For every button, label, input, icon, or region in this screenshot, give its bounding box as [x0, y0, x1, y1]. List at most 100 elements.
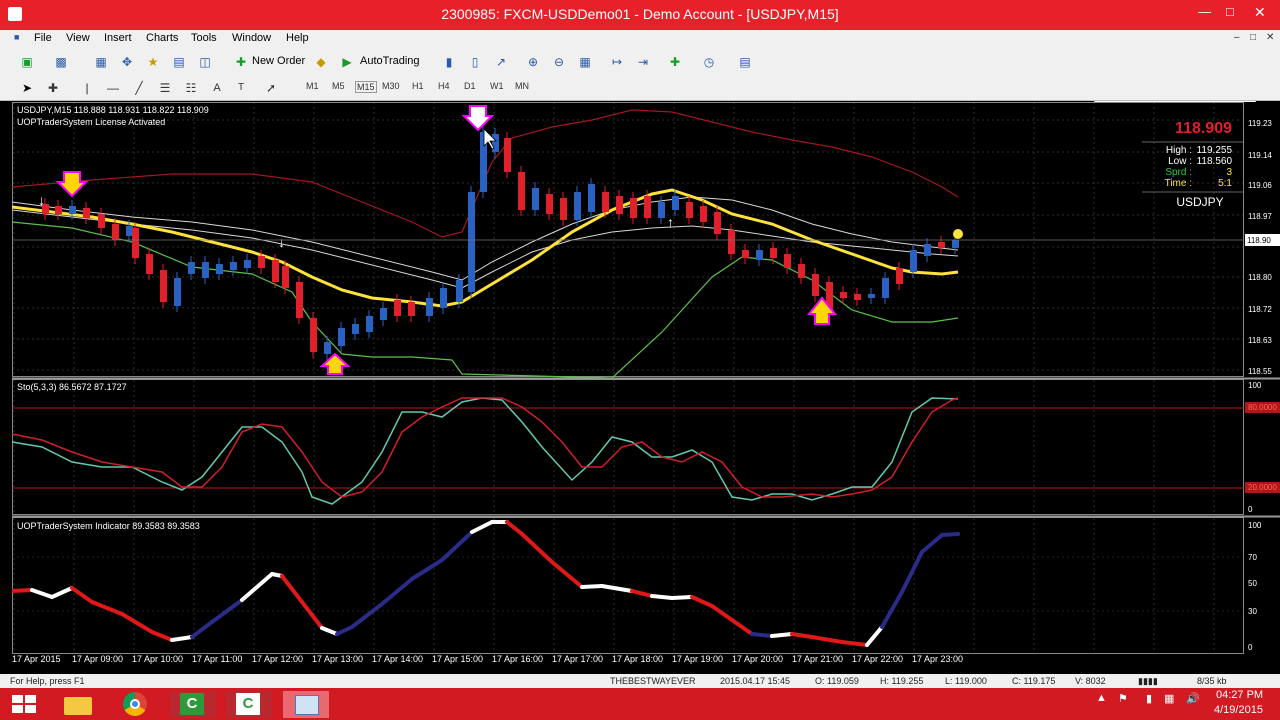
navigator-icon[interactable]: ★ [144, 53, 162, 71]
timeframe-w1[interactable]: W1 [490, 81, 504, 91]
text-label-icon[interactable]: A [208, 79, 226, 97]
indicators-icon[interactable]: ✚ [666, 53, 684, 71]
mdi-close-button[interactable]: ✕ [1266, 32, 1274, 43]
data-window-icon[interactable]: ✥ [118, 53, 136, 71]
connection-bars-icon: ▮▮▮▮ [1138, 676, 1158, 686]
menu-help[interactable]: Help [286, 32, 309, 44]
menu-insert[interactable]: Insert [104, 32, 132, 44]
market-watch-icon[interactable]: ▦ [92, 53, 110, 71]
minimize-button[interactable]: — [1198, 4, 1211, 19]
menu-window[interactable]: Window [232, 32, 271, 44]
volume-icon[interactable]: 🔊 [1186, 692, 1200, 705]
cursor-icon[interactable]: ➤ [18, 79, 36, 97]
menu-charts[interactable]: Charts [146, 32, 178, 44]
battery-icon[interactable]: ▮ [1146, 692, 1152, 705]
autotrading-button[interactable]: AutoTrading [360, 55, 420, 67]
candle-body [602, 192, 609, 212]
uop-segment [710, 604, 734, 622]
price-axis: 119.23 119.14 119.06 118.97 118.80 118.72 118.… [1248, 119, 1272, 376]
profiles-icon[interactable]: ▩ [52, 53, 70, 71]
trendline-icon[interactable]: ╱ [130, 79, 148, 97]
candle-body [840, 292, 847, 298]
terminal-icon[interactable]: ▤ [170, 53, 188, 71]
new-chart-icon[interactable]: ▣ [18, 53, 36, 71]
mdi-minimize-button[interactable]: – [1234, 32, 1240, 43]
stoch-tick: 80.0000 [1248, 403, 1277, 412]
timeframe-m5[interactable]: M5 [332, 81, 345, 91]
uop-segment [880, 590, 904, 629]
strategy-tester-icon[interactable]: ◫ [196, 53, 214, 71]
bar-chart-icon[interactable]: ▮ [440, 53, 458, 71]
uop-segment [770, 632, 794, 638]
timeframe-mn[interactable]: MN [515, 81, 529, 91]
camtasia-recorder-icon[interactable]: C [226, 691, 272, 718]
chrome-icon[interactable] [112, 691, 158, 718]
tile-windows-icon[interactable]: ▦ [576, 53, 594, 71]
close-button[interactable]: ✕ [1254, 4, 1266, 21]
candle-body [910, 250, 917, 272]
candle-body [630, 198, 637, 218]
zoom-out-icon[interactable]: ⊖ [550, 53, 568, 71]
candle-body [924, 244, 931, 256]
new-order-icon[interactable]: ✚ [232, 53, 250, 71]
windows-start-icon[interactable] [12, 695, 36, 713]
uop-segment [900, 550, 924, 594]
date-tick: 17 Apr 12:00 [252, 654, 304, 664]
crosshair-icon[interactable]: ✚ [44, 79, 62, 97]
chart-canvas[interactable]: ↓ ↓ ↑ USDJPY,M15 118.888 118.931 118.822… [10, 102, 1280, 668]
timeframe-m1[interactable]: M1 [306, 81, 319, 91]
status-help: For Help, press F1 [10, 676, 85, 686]
fibonacci-icon[interactable]: ☷ [182, 79, 200, 97]
timeframe-m15[interactable]: M15 [355, 81, 377, 93]
clock-date[interactable]: 4/19/2015 [1214, 704, 1263, 716]
uop-axis: 100 70 50 30 0 [1248, 521, 1262, 652]
camtasia-icon[interactable]: C [170, 691, 216, 718]
zoom-in-icon[interactable]: ⊕ [524, 53, 542, 71]
channel-icon[interactable]: ☰ [156, 79, 174, 97]
show-hidden-icons[interactable]: ▲ [1096, 692, 1107, 704]
horizontal-line-icon[interactable]: — [104, 79, 122, 97]
candle-body [216, 264, 223, 274]
text-tool-icon[interactable]: T [232, 79, 250, 97]
stoch-tick: 0 [1248, 505, 1253, 514]
mdi-restore-button[interactable]: □ [1250, 32, 1256, 43]
vertical-line-icon[interactable]: | [78, 79, 96, 97]
periods-icon[interactable]: ◷ [700, 53, 718, 71]
metatrader-icon[interactable] [283, 691, 329, 718]
candlestick-icon[interactable]: ▯ [466, 53, 484, 71]
stoch-signal-line [11, 397, 959, 498]
candle-body [310, 318, 317, 352]
menu-tools[interactable]: Tools [191, 32, 217, 44]
signal-arrows: ↓ ↓ ↑ [12, 105, 1244, 375]
chart-window[interactable]: ↓ ↓ ↑ USDJPY,M15 118.888 118.931 118.822… [10, 102, 1280, 668]
menu-view[interactable]: View [66, 32, 90, 44]
arrows-icon[interactable]: ➚ [262, 79, 280, 97]
timeframe-h4[interactable]: H4 [438, 81, 450, 91]
metaeditor-icon[interactable]: ◆ [312, 53, 330, 71]
candle-body [352, 324, 359, 334]
clock-time[interactable]: 04:27 PM [1216, 689, 1263, 701]
candle-body [770, 248, 777, 258]
flag-icon[interactable]: ⚑ [1118, 692, 1128, 705]
autotrading-icon[interactable]: ▶ [338, 53, 356, 71]
menu-file[interactable]: File [34, 32, 52, 44]
timeframe-d1[interactable]: D1 [464, 81, 476, 91]
auto-scroll-icon[interactable]: ↦ [608, 53, 626, 71]
candle-body [896, 268, 903, 284]
candle-body [812, 274, 819, 296]
maximize-button[interactable]: □ [1226, 4, 1234, 19]
stoch-axis: 100 80.0000 20.0000 0 [1245, 381, 1280, 514]
file-explorer-icon[interactable] [56, 691, 102, 718]
chart-shift-icon[interactable]: ⇥ [634, 53, 652, 71]
candle-body [756, 250, 763, 260]
new-order-button[interactable]: New Order [252, 55, 305, 67]
network-icon[interactable]: ▦ [1164, 692, 1174, 705]
timeframe-h1[interactable]: H1 [412, 81, 424, 91]
templates-icon[interactable]: ▤ [736, 53, 754, 71]
ma-white-upper [11, 196, 959, 281]
timeframe-m30[interactable]: M30 [382, 81, 400, 91]
candle-body [83, 208, 90, 218]
date-tick: 17 Apr 15:00 [432, 654, 484, 664]
line-chart-icon[interactable]: ↗ [492, 53, 510, 71]
status-profile: THEBESTWAYEVER [610, 676, 696, 686]
